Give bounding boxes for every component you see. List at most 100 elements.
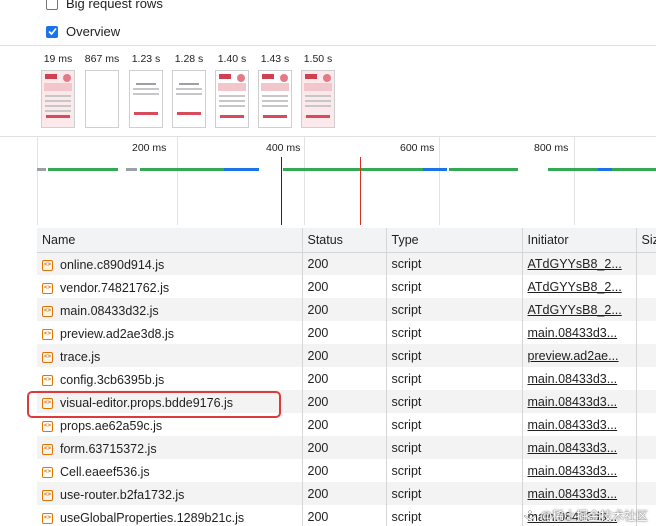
frame-thumbnail bbox=[215, 70, 249, 128]
table-row[interactable]: <> Cell.eaeef536.js 200 script main.08433d3.… bbox=[37, 459, 656, 482]
cell-initiator[interactable]: ATdGYYsB8_2... bbox=[522, 298, 637, 321]
cell-initiator[interactable]: ATdGYYsB8_2... bbox=[522, 252, 637, 275]
file-name: trace.js bbox=[60, 350, 101, 364]
cell-initiator[interactable]: main.08433d3... bbox=[522, 390, 637, 413]
gridline bbox=[439, 137, 440, 225]
big-request-rows-option[interactable]: Big request rows bbox=[46, 0, 163, 11]
script-file-icon: <> bbox=[42, 282, 53, 294]
frame-thumbnail bbox=[41, 70, 75, 128]
cell-type: script bbox=[386, 298, 523, 321]
cell-status: 200 bbox=[302, 321, 387, 344]
file-name: main.08433d32.js bbox=[60, 304, 159, 318]
column-header-initiator[interactable]: Initiator bbox=[522, 228, 637, 253]
table-row[interactable]: <> trace.js 200 script preview.ad2ae... bbox=[37, 344, 656, 367]
filmstrip-frame[interactable]: 1.40 s bbox=[212, 52, 252, 128]
file-name: vendor.74821762.js bbox=[60, 281, 170, 295]
cell-initiator[interactable]: main.08433d3... bbox=[522, 413, 637, 436]
cell-status: 200 bbox=[302, 367, 387, 390]
overview-tick: 400 ms bbox=[266, 142, 301, 154]
cell-initiator[interactable]: main.08433d3... bbox=[522, 459, 637, 482]
filmstrip-frame[interactable]: 1.28 s bbox=[169, 52, 209, 128]
cell-name[interactable]: <> config.3cb6395b.js bbox=[37, 367, 303, 390]
filmstrip-frame[interactable]: 1.23 s bbox=[126, 52, 166, 128]
frame-thumbnail bbox=[172, 70, 206, 128]
domcontentloaded-marker bbox=[281, 157, 282, 225]
table-row[interactable]: <> config.3cb6395b.js 200 script main.08433d… bbox=[37, 367, 656, 390]
cell-size bbox=[636, 298, 656, 321]
file-name: Cell.eaeef536.js bbox=[60, 465, 150, 479]
cell-name[interactable]: <> trace.js bbox=[37, 344, 303, 367]
table-row[interactable]: <> form.63715372.js 200 script main.08433d3.… bbox=[37, 436, 656, 459]
cell-status: 200 bbox=[302, 298, 387, 321]
cell-type: script bbox=[386, 505, 523, 526]
cell-name[interactable]: <> form.63715372.js bbox=[37, 436, 303, 459]
column-header-name[interactable]: Name bbox=[37, 228, 303, 253]
filmstrip-frame[interactable]: 19 ms bbox=[38, 52, 78, 128]
file-name: preview.ad2ae3d8.js bbox=[60, 327, 174, 341]
file-name: online.c890d914.js bbox=[60, 258, 165, 273]
column-header-size[interactable]: Size bbox=[636, 228, 656, 253]
cell-initiator[interactable]: preview.ad2ae... bbox=[522, 344, 637, 367]
cell-type: script bbox=[386, 413, 523, 436]
cell-type: script bbox=[386, 459, 523, 482]
cell-name[interactable]: <> use-router.b2fa1732.js bbox=[37, 482, 303, 505]
watermark: @稀土掘金技术社区 bbox=[523, 507, 648, 524]
cell-type: script bbox=[386, 344, 523, 367]
left-gutter bbox=[0, 228, 37, 526]
gridline bbox=[304, 137, 305, 225]
cell-type: script bbox=[386, 390, 523, 413]
filmstrip-frame[interactable]: 1.50 s bbox=[298, 52, 338, 128]
cell-type: script bbox=[386, 252, 523, 275]
table-header-row: Name Status Type Initiator Size bbox=[37, 228, 656, 253]
cell-size bbox=[636, 482, 656, 505]
cell-initiator[interactable]: ATdGYYsB8_2... bbox=[522, 275, 637, 298]
file-name: form.63715372.js bbox=[60, 442, 157, 456]
script-file-icon: <> bbox=[42, 466, 53, 478]
overview-tick: 600 ms bbox=[400, 142, 435, 154]
overview-checkbox[interactable] bbox=[46, 25, 58, 38]
cell-name[interactable]: <> vendor.74821762.js bbox=[37, 275, 303, 298]
table-row[interactable]: <> online.c890d914.js 200 script ATdGYYsB8_2… bbox=[37, 252, 656, 275]
frame-thumbnail bbox=[129, 70, 163, 128]
cell-type: script bbox=[386, 436, 523, 459]
table-row[interactable]: <> vendor.74821762.js 200 script ATdGYYsB8_2… bbox=[37, 275, 656, 298]
column-header-status[interactable]: Status bbox=[302, 228, 387, 253]
table-row[interactable]: <> main.08433d32.js 200 script ATdGYYsB8_2..… bbox=[37, 298, 656, 321]
column-header-type[interactable]: Type bbox=[386, 228, 523, 253]
filmstrip-frame[interactable]: 867 ms bbox=[82, 52, 122, 128]
filmstrip-frame[interactable]: 1.43 s bbox=[255, 52, 295, 128]
big-request-rows-checkbox[interactable] bbox=[46, 0, 58, 10]
request-bar bbox=[224, 168, 259, 171]
cell-name[interactable]: <> online.c890d914.js bbox=[37, 252, 303, 275]
frame-time: 19 ms bbox=[43, 53, 73, 65]
cell-name[interactable]: <> preview.ad2ae3d8.js bbox=[37, 321, 303, 344]
table-row[interactable]: <> preview.ad2ae3d8.js 200 script main.08433… bbox=[37, 321, 656, 344]
cell-name[interactable]: <> useGlobalProperties.1289b21c.js bbox=[37, 505, 303, 526]
script-file-icon: <> bbox=[42, 443, 53, 455]
cell-type: script bbox=[386, 482, 523, 505]
file-name: props.ae62a59c.js bbox=[60, 419, 163, 433]
cell-size bbox=[636, 321, 656, 344]
table-row[interactable]: <> use-router.b2fa1732.js 200 script main.08… bbox=[37, 482, 656, 505]
cell-name[interactable]: <> Cell.eaeef536.js bbox=[37, 459, 303, 482]
frame-time: 1.40 s bbox=[217, 53, 247, 65]
cell-initiator[interactable]: main.08433d3... bbox=[522, 321, 637, 344]
request-bar bbox=[140, 168, 224, 171]
cell-initiator[interactable]: main.08433d3... bbox=[522, 436, 637, 459]
frame-thumbnail bbox=[301, 70, 335, 128]
request-bar bbox=[598, 168, 612, 171]
file-name: use-router.b2fa1732.js bbox=[60, 488, 185, 502]
load-marker bbox=[360, 157, 361, 225]
request-bar bbox=[37, 168, 46, 171]
frame-time: 1.50 s bbox=[303, 53, 333, 65]
cell-status: 200 bbox=[302, 390, 387, 413]
script-file-icon: <> bbox=[42, 512, 53, 524]
cell-name[interactable]: <> main.08433d32.js bbox=[37, 298, 303, 321]
gridline bbox=[37, 137, 38, 225]
file-name: config.3cb6395b.js bbox=[60, 373, 165, 387]
divider bbox=[0, 136, 656, 137]
cell-initiator[interactable]: main.08433d3... bbox=[522, 482, 637, 505]
overview-option[interactable]: Overview bbox=[46, 24, 120, 39]
cell-initiator[interactable]: main.08433d3... bbox=[522, 367, 637, 390]
cell-size bbox=[636, 436, 656, 459]
